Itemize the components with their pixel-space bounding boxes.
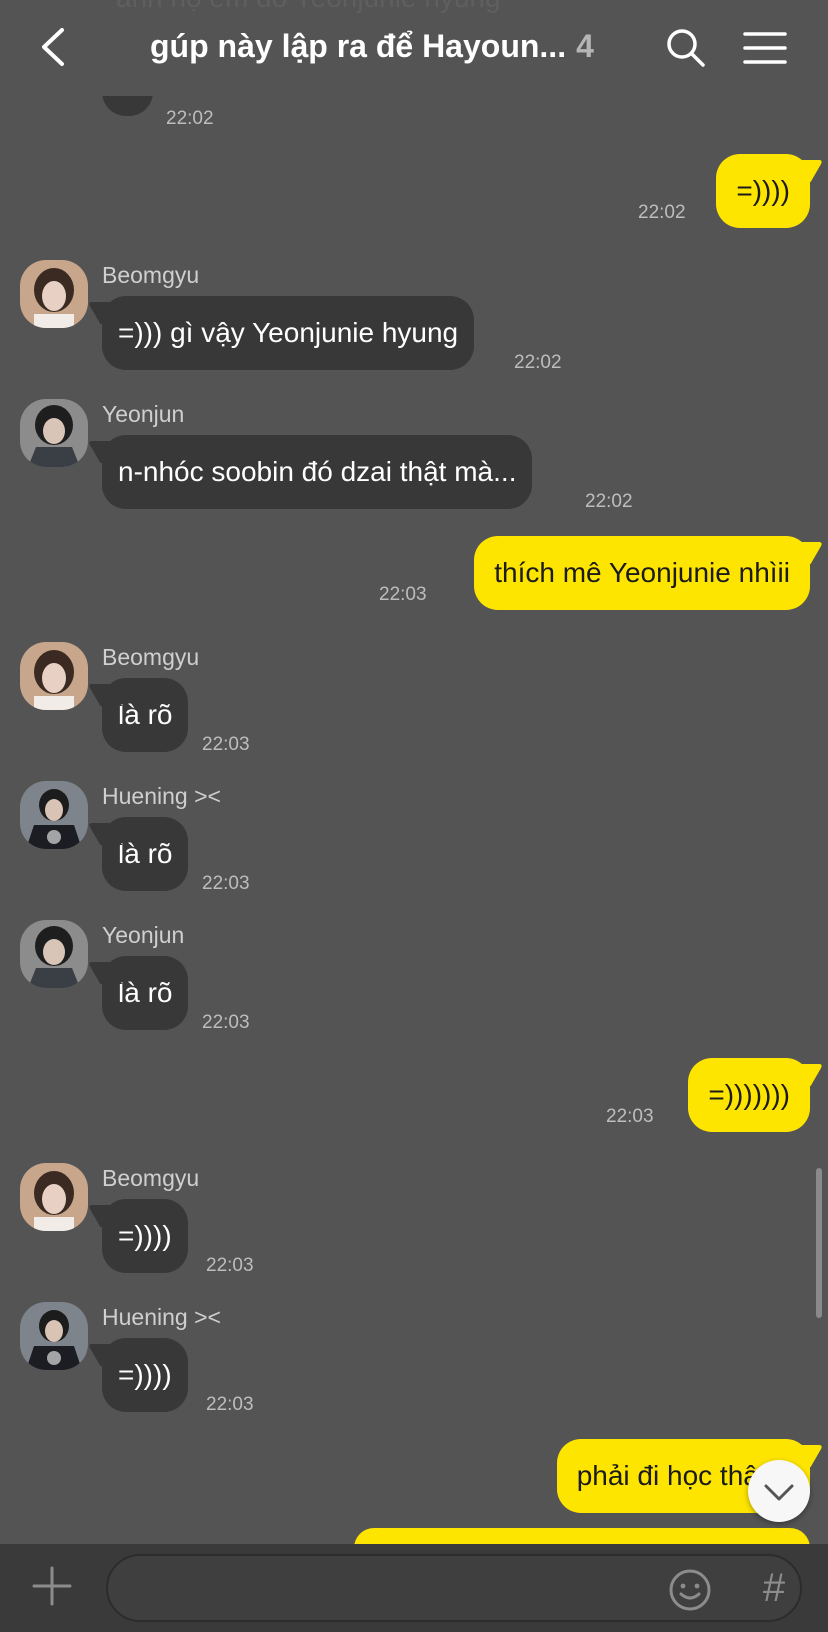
message-time: 22:03 (379, 584, 427, 605)
message-row: Beomgyu =))) gì vậy Yeonjunie hyung 22:0… (0, 258, 828, 373)
message-time: 22:03 (202, 734, 250, 755)
avatar-image (20, 1163, 88, 1231)
avatar-image (20, 399, 88, 467)
message-time: 22:03 (606, 1106, 654, 1127)
avatar-image (20, 781, 88, 849)
chevron-left-icon (42, 28, 64, 66)
search-icon (667, 29, 705, 67)
message-row: phải đi học thật à (0, 1439, 828, 1515)
message-time: 22:03 (206, 1255, 254, 1276)
message-time: 22:02 (638, 202, 686, 223)
message-time: 22:03 (206, 1394, 254, 1415)
message-row: Yeonjun n-nhóc soobin đó dzai thật mà...… (0, 397, 828, 512)
avatar-image (20, 920, 88, 988)
emoji-icon (669, 1569, 711, 1611)
message-time: 22:03 (202, 1012, 250, 1033)
message-row: Huening >< =)))) 22:03 (0, 1300, 828, 1415)
avatar[interactable] (20, 781, 88, 849)
message-input[interactable] (132, 1566, 656, 1612)
avatar-image (20, 260, 88, 328)
avatar[interactable] (20, 920, 88, 988)
avatar[interactable] (20, 260, 88, 328)
message-row: Beomgyu =)))) 22:03 (0, 1161, 828, 1276)
message-bubble[interactable]: n-nhóc soobin đó dzai thật mà... (102, 435, 533, 509)
message-time: 22:03 (202, 873, 250, 894)
avatar[interactable] (20, 399, 88, 467)
sender-name: Beomgyu (102, 644, 200, 670)
scroll-to-bottom-button[interactable] (748, 1460, 810, 1522)
sender-name: Yeonjun (102, 922, 185, 948)
message-bubble[interactable]: =)))) (716, 154, 810, 228)
sender-name: Huening >< (102, 783, 221, 809)
menu-button[interactable] (742, 28, 788, 68)
chevron-down-icon (764, 1484, 794, 1501)
avatar[interactable] (20, 642, 88, 710)
message-bubble[interactable]: thích mê Yeonjunie nhìii (474, 536, 810, 610)
sender-name: Beomgyu (102, 262, 200, 288)
plus-icon (32, 1566, 72, 1606)
avatar-image (20, 1302, 88, 1370)
message-bubble[interactable]: =))))))) (688, 1058, 810, 1132)
avatar[interactable] (20, 1163, 88, 1231)
add-attachment-button[interactable] (30, 1564, 74, 1608)
message-composer: # (0, 1544, 828, 1632)
chat-screen: anh họ em đó Yeonjunie hyung gúp này lập… (0, 0, 828, 1632)
search-button[interactable] (664, 26, 706, 68)
emoji-button[interactable] (668, 1568, 712, 1612)
chat-header: anh họ em đó Yeonjunie hyung gúp này lập… (0, 0, 828, 96)
message-row: Beomgyu là rõ 22:03 (0, 640, 828, 755)
sender-name: Huening >< (102, 1304, 221, 1330)
message-row: Huening >< là rõ 22:03 (0, 779, 828, 894)
hashtag-button[interactable]: # (752, 1566, 796, 1610)
message-bubble[interactable]: =))) gì vậy Yeonjunie hyung (102, 296, 475, 370)
back-button[interactable] (30, 22, 80, 72)
message-bubble[interactable]: là rõ (102, 678, 189, 752)
member-count: 4 (576, 28, 594, 64)
message-bubble[interactable]: là rõ (102, 817, 189, 891)
message-row: 22:02 =)))) (0, 154, 828, 230)
hamburger-menu-icon (743, 32, 787, 64)
message-time: 22:02 (514, 352, 562, 373)
scrollbar[interactable] (816, 1168, 822, 1318)
message-input-box[interactable]: # (106, 1554, 802, 1622)
message-bubble[interactable]: =)))) (102, 1338, 188, 1412)
message-bubble[interactable]: =)))) (102, 1199, 188, 1273)
chat-title-area[interactable]: gúp này lập ra để Hayoun... 4 (150, 28, 630, 72)
chat-title: gúp này lập ra để Hayoun... (150, 28, 567, 64)
hashtag-icon: # (762, 1566, 786, 1610)
avatar-image (20, 642, 88, 710)
message-bubble[interactable]: là rõ (102, 956, 189, 1030)
sender-name: Beomgyu (102, 1165, 200, 1191)
avatar[interactable] (20, 1302, 88, 1370)
message-row: 22:03 =))))))) (0, 1058, 828, 1134)
message-row: Yeonjun là rõ 22:03 (0, 918, 828, 1033)
message-time: 22:02 (166, 108, 214, 129)
scrolled-message-preview: anh họ em đó Yeonjunie hyung (116, 0, 501, 14)
message-row: 22:03 thích mê Yeonjunie nhìii (0, 536, 828, 612)
message-time: 22:02 (585, 491, 633, 512)
sender-name: Yeonjun (102, 401, 185, 427)
